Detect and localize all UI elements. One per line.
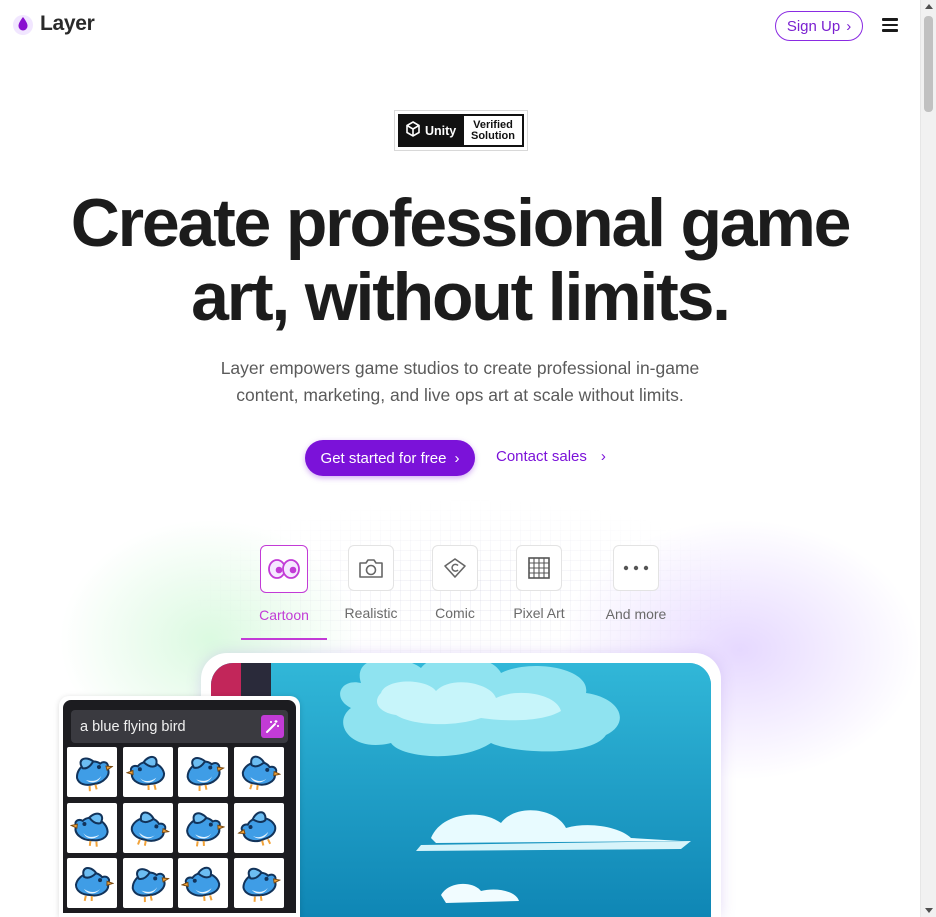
contact-sales-link[interactable]: Contact sales › — [496, 448, 606, 465]
page-scrollbar[interactable] — [920, 0, 936, 917]
hero-title: Create professional game art, without li… — [40, 186, 880, 334]
sign-up-button[interactable]: Sign Up › — [775, 11, 863, 41]
bird-thumbnail[interactable] — [178, 858, 229, 908]
tab-pixel-art[interactable]: Pixel Art — [499, 545, 579, 621]
tab-and-more[interactable]: And more — [596, 545, 676, 622]
unity-verified-badge: Unity Verified Solution — [394, 110, 528, 151]
prompt-input[interactable]: a blue flying bird — [71, 710, 288, 743]
sign-up-label: Sign Up — [786, 17, 841, 35]
chevron-right-icon: › — [846, 17, 852, 35]
chevron-right-icon: › — [600, 448, 606, 465]
hero-subtitle: Layer empowers game studios to create pr… — [180, 355, 740, 409]
scroll-up-arrow-icon[interactable] — [925, 4, 933, 9]
tab-realistic[interactable]: Realistic — [331, 545, 411, 621]
bird-thumbnail[interactable] — [234, 858, 285, 908]
pixel-grid-icon — [516, 545, 562, 591]
get-started-label: Get started for free — [320, 449, 447, 467]
top-nav: Layer Sign Up › — [0, 0, 920, 52]
brand-name: Layer — [40, 12, 95, 35]
bird-thumbnail[interactable] — [67, 802, 117, 853]
bird-thumbnail[interactable] — [67, 858, 117, 908]
bird-thumbnail[interactable] — [234, 802, 285, 853]
bird-thumbnail[interactable] — [178, 747, 229, 797]
camera-icon — [348, 545, 394, 591]
get-started-button[interactable]: Get started for free › — [305, 440, 475, 476]
bird-thumbnail[interactable] — [234, 747, 285, 797]
chevron-right-icon: › — [454, 449, 460, 467]
brand-logo[interactable]: Layer — [12, 12, 95, 36]
hero-subtitle-line-2: content, marketing, and live ops art at … — [236, 385, 684, 405]
hero-subtitle-line-1: Layer empowers game studios to create pr… — [220, 358, 700, 378]
bird-thumbnail[interactable] — [122, 747, 173, 797]
scrollbar-thumb[interactable] — [924, 16, 933, 112]
generator-panel: a blue flying bird — [59, 696, 300, 917]
prompt-text: a blue flying bird — [80, 718, 186, 735]
hero-title-line-1: Create professional game — [70, 185, 852, 261]
cartoon-eyes-icon — [260, 545, 308, 593]
magic-wand-generate-button[interactable] — [261, 715, 284, 738]
badge-unity-label: Unity — [425, 123, 457, 138]
layer-drop-icon — [12, 12, 34, 36]
unity-cube-icon — [405, 121, 421, 140]
hamburger-menu-icon[interactable] — [882, 18, 898, 32]
tab-pixel-art-label: Pixel Art — [513, 605, 565, 621]
tab-realistic-label: Realistic — [344, 605, 398, 621]
tab-cartoon[interactable]: Cartoon — [244, 545, 324, 623]
tab-and-more-label: And more — [605, 606, 667, 622]
bird-thumbnail[interactable] — [122, 858, 173, 908]
bird-thumbnail[interactable] — [122, 802, 173, 853]
tab-comic-label: Comic — [435, 605, 475, 621]
scroll-down-arrow-icon[interactable] — [925, 908, 933, 913]
magic-wand-icon — [266, 720, 279, 733]
bird-thumbnail[interactable] — [67, 747, 117, 797]
more-dots-icon — [613, 545, 659, 591]
hero-title-line-2: art, without limits. — [191, 259, 731, 335]
comic-badge-icon — [432, 545, 478, 591]
tab-comic[interactable]: Comic — [415, 545, 495, 621]
tab-cartoon-label: Cartoon — [259, 607, 309, 623]
contact-sales-label: Contact sales — [496, 448, 587, 465]
bird-thumbnail[interactable] — [178, 802, 229, 853]
badge-line-2: Solution — [471, 129, 515, 142]
badge-line-1: Verified — [473, 118, 513, 131]
active-tab-underline — [241, 638, 327, 640]
